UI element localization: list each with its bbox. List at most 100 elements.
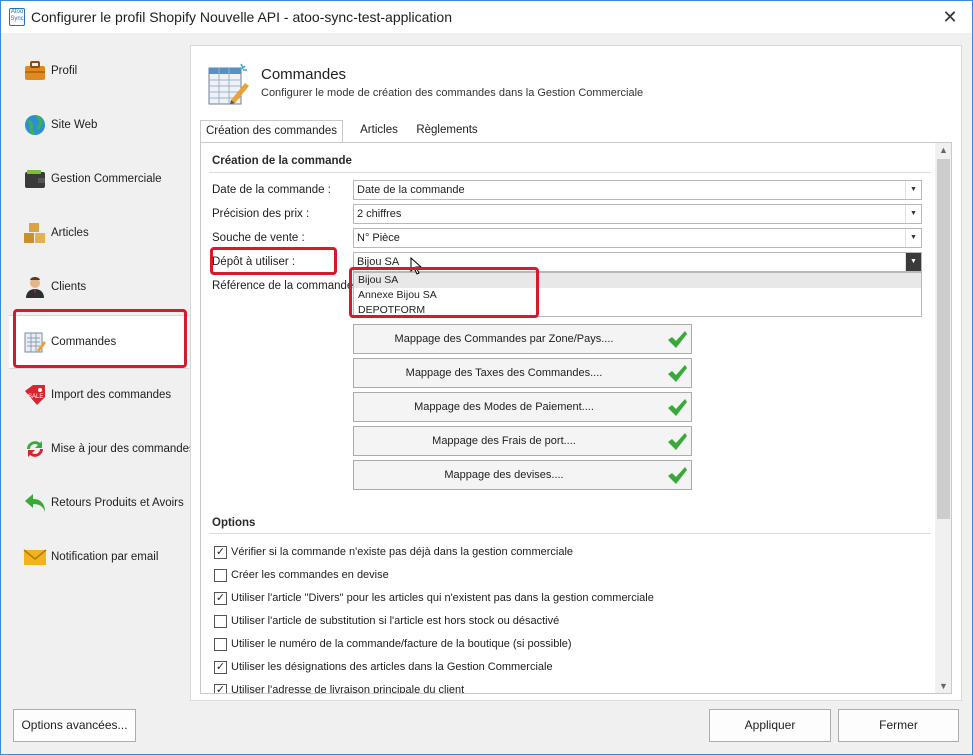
scroll-up-icon[interactable]: ▲ bbox=[935, 143, 951, 157]
scrollbar-thumb[interactable] bbox=[937, 159, 950, 519]
tab-creation-commandes[interactable]: Création des commandes bbox=[200, 120, 343, 143]
checkbox-unchecked[interactable] bbox=[214, 569, 227, 582]
checkmark-icon bbox=[668, 331, 687, 348]
sidebar-item-label: Import des commandes bbox=[51, 389, 172, 401]
apply-button[interactable]: Appliquer bbox=[709, 709, 831, 742]
dropdown-option[interactable]: DEPOTFORM bbox=[354, 303, 921, 318]
label-date-commande: Date de la commande : bbox=[212, 184, 331, 196]
select-value: 2 chiffres bbox=[357, 208, 402, 220]
vertical-scrollbar[interactable]: ▲ ▼ bbox=[935, 143, 951, 693]
option-label: Créer les commandes en devise bbox=[231, 569, 389, 581]
option-label: Utiliser l'article "Divers" pour les art… bbox=[231, 592, 654, 604]
sidebar-item-label: Mise à jour des commandes bbox=[51, 443, 195, 455]
checkbox-unchecked[interactable] bbox=[214, 638, 227, 651]
checkbox-checked[interactable]: ✓ bbox=[214, 592, 227, 605]
tab-reglements[interactable]: Règlements bbox=[410, 120, 484, 142]
sidebar-item-import-commandes[interactable]: SALE Import des commandes bbox=[9, 369, 189, 423]
button-label: Mappage des Modes de Paiement.... bbox=[414, 401, 594, 413]
sidebar-item-notification[interactable]: Notification par email bbox=[9, 531, 189, 585]
order-sheet-icon bbox=[208, 63, 249, 105]
depot-dropdown-list: Bijou SA Annexe Bijou SA DEPOTFORM bbox=[353, 272, 922, 317]
checkmark-icon bbox=[668, 399, 687, 416]
svg-text:SALE: SALE bbox=[28, 394, 43, 400]
button-label: Mappage des Frais de port.... bbox=[432, 435, 576, 447]
section-divider bbox=[209, 172, 931, 173]
option-label: Utiliser l'article de substitution si l'… bbox=[231, 615, 560, 627]
option-label: Utiliser les désignations des articles d… bbox=[231, 661, 553, 673]
date-commande-select[interactable]: Date de la commande ▼ bbox=[353, 180, 922, 200]
sidebar-item-retours[interactable]: Retours Produits et Avoirs bbox=[9, 477, 189, 531]
checkbox-unchecked[interactable] bbox=[214, 615, 227, 628]
chevron-down-icon[interactable]: ▼ bbox=[905, 205, 921, 223]
page-title: Commandes bbox=[261, 66, 347, 83]
mapping-zone-pays-button[interactable]: Mappage des Commandes par Zone/Pays.... bbox=[353, 324, 692, 354]
boxes-icon bbox=[24, 223, 45, 243]
page-subtitle: Configurer le mode de création des comma… bbox=[261, 87, 644, 99]
checkmark-icon bbox=[668, 365, 687, 382]
sidebar-item-label: Profil bbox=[51, 65, 78, 77]
checkbox-checked[interactable]: ✓ bbox=[214, 546, 227, 559]
return-arrow-icon bbox=[25, 494, 45, 512]
select-value: Date de la commande bbox=[357, 184, 465, 196]
title-bar: Atoo Sync Configurer le profil Shopify N… bbox=[1, 1, 972, 33]
wallet-icon bbox=[25, 170, 45, 188]
sidebar-item-label: Clients bbox=[51, 281, 87, 293]
close-button[interactable]: Fermer bbox=[838, 709, 959, 742]
section-divider bbox=[209, 533, 931, 534]
option-label: Vérifier si la commande n'existe pas déj… bbox=[231, 546, 574, 558]
select-value: Bijou SA bbox=[357, 256, 400, 268]
sidebar-item-label: Notification par email bbox=[51, 551, 159, 563]
options-avancees-button[interactable]: Options avancées... bbox=[13, 709, 136, 742]
app-logo-icon: Atoo Sync bbox=[9, 8, 25, 26]
sidebar-item-label: Gestion Commerciale bbox=[51, 173, 162, 185]
sidebar-item-site-web[interactable]: Site Web bbox=[9, 99, 189, 153]
dropdown-option[interactable]: Bijou SA bbox=[354, 273, 921, 288]
sidebar-item-mise-a-jour[interactable]: Mise à jour des commandes bbox=[9, 423, 195, 477]
checkbox-checked[interactable]: ✓ bbox=[214, 684, 227, 693]
scroll-down-icon[interactable]: ▼ bbox=[935, 679, 951, 693]
label-depot: Dépôt à utiliser : bbox=[212, 256, 296, 268]
mapping-taxes-button[interactable]: Mappage des Taxes des Commandes.... bbox=[353, 358, 692, 388]
mapping-devises-button[interactable]: Mappage des devises.... bbox=[353, 460, 692, 490]
mouse-cursor-icon bbox=[410, 257, 423, 275]
option-label: Utiliser le numéro de la commande/factur… bbox=[231, 638, 572, 650]
precision-prix-select[interactable]: 2 chiffres ▼ bbox=[353, 204, 922, 224]
window-title: Configurer le profil Shopify Nouvelle AP… bbox=[31, 9, 452, 25]
envelope-icon bbox=[23, 549, 47, 565]
order-sheet-icon bbox=[24, 332, 46, 353]
sidebar-item-commandes[interactable]: Commandes bbox=[9, 315, 189, 369]
label-souche-vente: Souche de vente : bbox=[212, 232, 305, 244]
label-reference-commande: Référence de la commande : bbox=[212, 280, 360, 292]
sidebar-item-profil[interactable]: Profil bbox=[9, 45, 189, 99]
tab-articles[interactable]: Articles bbox=[348, 120, 410, 142]
button-label: Mappage des devises.... bbox=[444, 469, 564, 481]
sidebar-item-label: Retours Produits et Avoirs bbox=[51, 497, 184, 509]
souche-vente-select[interactable]: N° Pièce ▼ bbox=[353, 228, 922, 248]
dialog-window: Atoo Sync Configurer le profil Shopify N… bbox=[0, 0, 973, 755]
globe-icon bbox=[25, 115, 45, 135]
sidebar-item-label: Site Web bbox=[51, 119, 98, 131]
sale-tag-icon: SALE bbox=[25, 385, 45, 405]
briefcase-icon bbox=[25, 61, 45, 80]
section-title-creation: Création de la commande bbox=[212, 155, 352, 167]
checkbox-checked[interactable]: ✓ bbox=[214, 661, 227, 674]
sidebar-item-articles[interactable]: Articles bbox=[9, 207, 189, 261]
mapping-modes-paiement-button[interactable]: Mappage des Modes de Paiement.... bbox=[353, 392, 692, 422]
chevron-down-icon[interactable]: ▼ bbox=[905, 181, 921, 199]
sidebar-item-label: Commandes bbox=[51, 336, 117, 348]
depot-select[interactable]: Bijou SA ▼ bbox=[353, 252, 922, 272]
label-precision-prix: Précision des prix : bbox=[212, 208, 310, 220]
button-label: Mappage des Taxes des Commandes.... bbox=[405, 367, 603, 379]
sidebar-item-gestion-commerciale[interactable]: Gestion Commerciale bbox=[9, 153, 189, 207]
checkmark-icon bbox=[668, 433, 687, 450]
button-label: Mappage des Commandes par Zone/Pays.... bbox=[394, 333, 614, 345]
sidebar: Profil Site Web Gestion Commerciale Arti… bbox=[9, 45, 195, 685]
dropdown-option[interactable]: Annexe Bijou SA bbox=[354, 288, 921, 303]
chevron-down-icon[interactable]: ▼ bbox=[905, 253, 921, 271]
tab-content: Création de la commande Date de la comma… bbox=[200, 142, 952, 694]
sidebar-item-clients[interactable]: Clients bbox=[9, 261, 189, 315]
chevron-down-icon[interactable]: ▼ bbox=[905, 229, 921, 247]
select-value: N° Pièce bbox=[357, 232, 400, 244]
close-window-button[interactable]: ✕ bbox=[937, 5, 963, 29]
mapping-frais-port-button[interactable]: Mappage des Frais de port.... bbox=[353, 426, 692, 456]
